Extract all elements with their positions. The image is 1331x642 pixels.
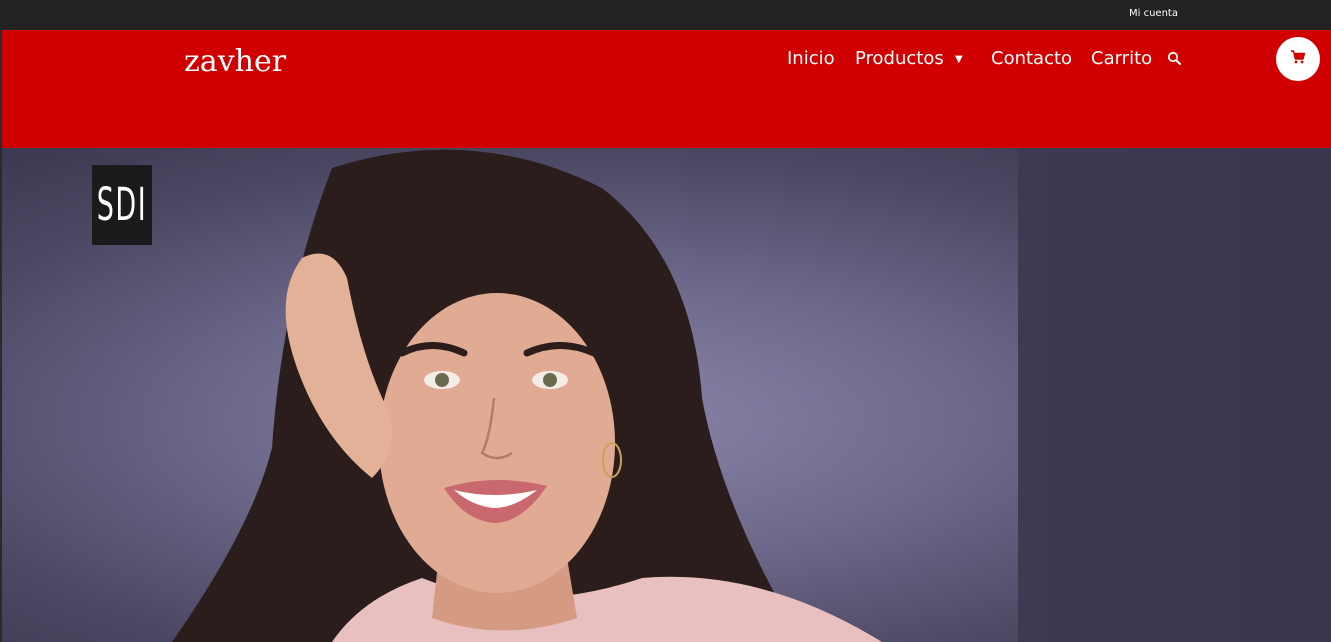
caret-down-icon[interactable]: ▼ [955, 50, 963, 70]
sdi-logo-badge: SDI [92, 165, 152, 245]
nav-productos[interactable]: Productos [855, 48, 944, 72]
hero-portrait-image [172, 149, 882, 642]
shopping-cart-icon [1290, 49, 1306, 69]
my-account-link[interactable]: Mi cuenta [1129, 8, 1178, 19]
cart-button[interactable] [1276, 37, 1320, 81]
nav-carrito[interactable]: Carrito [1091, 48, 1152, 72]
top-bar: Mi cuenta [0, 0, 1331, 30]
hero-banner: SDI [2, 148, 1331, 642]
nav-contacto[interactable]: Contacto [991, 48, 1072, 72]
site-logo[interactable]: zavher [184, 44, 286, 79]
search-icon[interactable] [1166, 50, 1184, 68]
nav-inicio[interactable]: Inicio [787, 48, 835, 72]
